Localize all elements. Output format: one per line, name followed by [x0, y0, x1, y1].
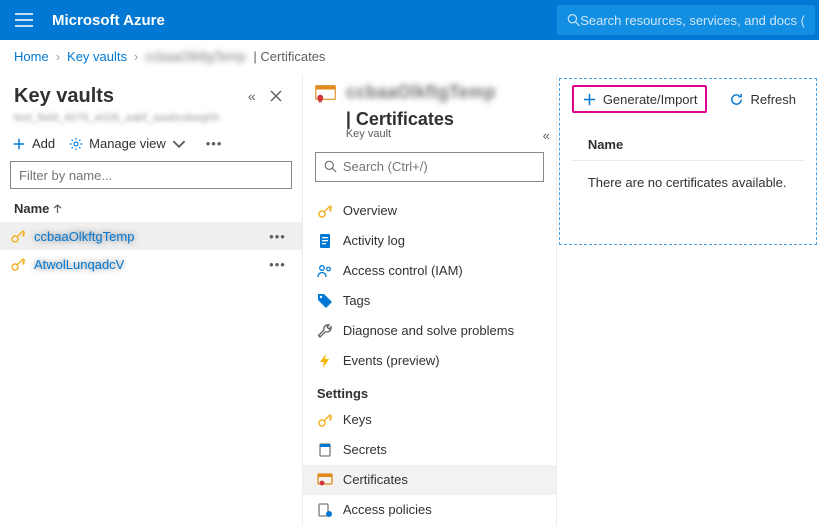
nav-tags[interactable]: Tags	[303, 286, 556, 316]
manage-view-button[interactable]: Manage view	[69, 136, 186, 151]
certificate-icon	[315, 82, 336, 106]
breadcrumb-page: | Certificates	[250, 49, 326, 64]
chevron-down-icon	[172, 137, 186, 151]
search-icon	[567, 13, 580, 27]
wrench-icon	[317, 323, 333, 339]
list-item-label: ccbaaOlkftgTemp	[34, 229, 255, 244]
nav-certificates[interactable]: Certificates	[303, 465, 556, 495]
nav-activity-log[interactable]: Activity log	[303, 226, 556, 256]
page-title-suffix: | Certificates	[346, 109, 454, 130]
gear-icon	[69, 137, 83, 151]
chevron-right-icon: ›	[134, 49, 138, 64]
nav-overview[interactable]: Overview	[303, 196, 556, 226]
breadcrumb-resource[interactable]: ccbaaOlkftgTemp	[145, 49, 245, 64]
filter-input[interactable]	[10, 161, 292, 189]
highlighted-region: Generate/Import Refresh Name There are n…	[559, 78, 817, 245]
nav-keys[interactable]: Keys	[303, 405, 556, 435]
pane-title: Key vaults	[14, 85, 240, 108]
plus-icon	[582, 92, 597, 107]
nav-secrets[interactable]: Secrets	[303, 435, 556, 465]
global-search-input[interactable]	[580, 13, 805, 28]
pane-subtext: text_field_4076_e026_aabf_aaabcdeeghh	[0, 112, 302, 130]
breadcrumb-keyvaults[interactable]: Key vaults	[67, 49, 127, 64]
keyvaults-list-pane: Key vaults « text_field_4076_e026_aabf_a…	[0, 74, 303, 526]
column-header-name[interactable]: Name	[0, 193, 302, 222]
plus-icon	[12, 137, 26, 151]
global-search[interactable]	[557, 5, 815, 35]
close-pane-button[interactable]	[264, 84, 288, 108]
lightning-icon	[317, 353, 333, 369]
tag-icon	[317, 293, 333, 309]
generate-import-button[interactable]: Generate/Import	[572, 85, 708, 113]
command-bar: Generate/Import Refresh	[560, 79, 816, 119]
key-icon	[317, 412, 333, 428]
collapse-nav-button[interactable]: «	[543, 128, 550, 143]
nav-section-settings: Settings	[303, 376, 556, 405]
content-pane: Generate/Import Refresh Name There are n…	[557, 74, 819, 526]
hamburger-icon	[15, 13, 33, 27]
sort-asc-icon	[53, 204, 62, 214]
key-icon	[317, 203, 333, 219]
more-button[interactable]: •••	[200, 136, 229, 151]
resource-name: ccbaaOlkftgTemp	[346, 82, 496, 103]
secret-icon	[317, 442, 333, 458]
search-icon	[324, 160, 337, 173]
chevron-right-icon: ›	[56, 49, 60, 64]
hamburger-menu[interactable]	[0, 0, 48, 40]
resource-nav-pane: ccbaaOlkftgTemp | Certificates Key vault…	[303, 74, 557, 526]
collapse-pane-button[interactable]: «	[240, 84, 264, 108]
nav-diagnose[interactable]: Diagnose and solve problems	[303, 316, 556, 346]
close-icon	[270, 90, 282, 102]
menu-search-input[interactable]	[343, 159, 535, 174]
list-toolbar: Add Manage view •••	[0, 130, 302, 157]
nav-access-policies[interactable]: Access policies	[303, 495, 556, 525]
add-button[interactable]: Add	[12, 136, 55, 151]
row-more-button[interactable]: •••	[263, 229, 292, 244]
list-item[interactable]: ccbaaOlkftgTemp •••	[0, 222, 302, 250]
refresh-button[interactable]: Refresh	[721, 85, 804, 113]
key-icon	[10, 228, 26, 244]
log-icon	[317, 233, 333, 249]
list-item[interactable]: AtwolLunqadcV •••	[0, 250, 302, 278]
nav-events[interactable]: Events (preview)	[303, 346, 556, 376]
policy-icon	[317, 502, 333, 518]
global-header: Microsoft Azure	[0, 0, 819, 40]
refresh-icon	[729, 92, 744, 107]
menu-search[interactable]	[315, 152, 544, 182]
key-icon	[10, 256, 26, 272]
people-icon	[317, 263, 333, 279]
nav-access-control[interactable]: Access control (IAM)	[303, 256, 556, 286]
breadcrumb: Home › Key vaults › ccbaaOlkftgTemp | Ce…	[0, 40, 819, 74]
brand-label: Microsoft Azure	[48, 12, 165, 29]
empty-state-text: There are no certificates available.	[572, 161, 804, 204]
breadcrumb-home[interactable]: Home	[14, 49, 49, 64]
row-more-button[interactable]: •••	[263, 257, 292, 272]
list-item-label: AtwolLunqadcV	[34, 257, 255, 272]
table-header-name: Name	[572, 125, 804, 161]
certificate-icon	[317, 472, 333, 488]
